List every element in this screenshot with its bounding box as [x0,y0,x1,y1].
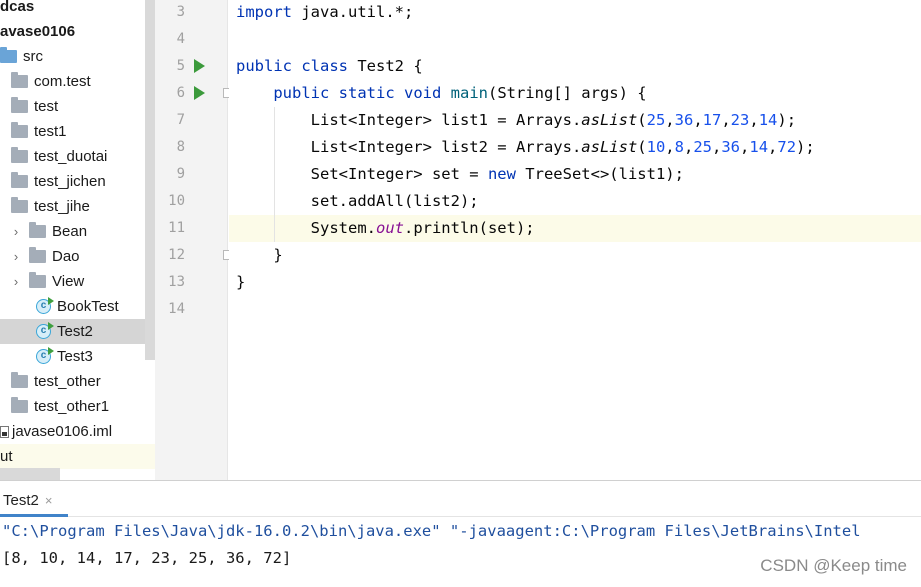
tree-item[interactable]: › View [0,269,155,294]
run-tab-label: Test2 [3,492,39,509]
project-tree: dcas avase0106 src com.test test test1 test_du… [0,0,155,480]
source-folder-icon [0,47,17,63]
chevron-right-icon[interactable]: › [11,224,21,239]
run-tool-window: Test2 × "C:\Program Files\Java\jdk-16.0.… [0,480,921,587]
tree-item-label: View [52,273,85,290]
watermark: CSDN @Keep time [760,556,907,575]
java-class-icon: c [36,297,54,314]
editor-gutter: 3 4 5 6 7 8 9 10 11 12 13 14 [155,0,233,480]
package-folder-icon [11,122,28,138]
code-line[interactable] [229,26,921,53]
tree-item-label: ut [0,448,13,465]
tree-item-label: Bean [52,223,88,240]
code-line[interactable]: List<Integer> list2 = Arrays.asList(10,8… [229,134,921,161]
tree-item[interactable]: c Test3 [0,344,155,369]
package-folder-icon [11,372,28,388]
code-line[interactable]: set.addAll(list2); [229,188,921,215]
tree-horizontal-scrollbar[interactable] [0,468,60,480]
tree-item-label: test [34,98,59,115]
console-command-line: "C:\Program Files\Java\jdk-16.0.2\bin\ja… [2,522,861,540]
package-folder-icon [11,72,28,88]
tree-item[interactable]: c Test2 [0,319,145,344]
tree-item[interactable]: javase0106.iml [0,419,155,444]
package-folder-icon [29,247,46,263]
tree-item-label: com.test [34,73,91,90]
line-number: 6 [176,85,185,101]
line-number: 8 [176,139,185,155]
java-class-icon: c [36,347,54,364]
package-folder-icon [11,147,28,163]
tree-item[interactable]: com.test [0,69,155,94]
tree-item-label: Test3 [57,348,93,365]
tree-item-label: test_jihe [34,198,90,215]
package-folder-icon [11,97,28,113]
java-class-icon: c [36,322,54,339]
tree-item-label: test1 [34,123,67,140]
run-gutter-icon[interactable] [194,59,205,73]
package-folder-icon [11,397,28,413]
line-number: 7 [176,112,185,128]
code-line[interactable]: public static void main(String[] args) { [229,80,921,107]
code-line[interactable]: Set<Integer> set = new TreeSet<>(list1); [229,161,921,188]
tree-item-label: javase0106.iml [12,423,113,440]
tree-item-label: avase0106 [0,23,76,40]
indent-guide [274,107,275,242]
tree-item[interactable]: test_jichen [0,169,155,194]
console-output-line: [8, 10, 14, 17, 23, 25, 36, 72] [2,549,292,567]
code-line[interactable]: System.out.println(set); [229,215,921,242]
tree-item[interactable]: › Dao [0,244,155,269]
tree-item[interactable]: test [0,94,155,119]
code-line[interactable] [229,296,921,323]
tree-item[interactable]: › Bean [0,219,155,244]
run-gutter-icon[interactable] [194,86,205,100]
package-folder-icon [11,172,28,188]
tree-item[interactable]: test_jihe [0,194,155,219]
run-tab-test2[interactable]: Test2 × [0,487,68,517]
tree-item[interactable]: dcas [0,0,155,19]
line-number: 4 [176,31,185,47]
tree-item-label: test_duotai [34,148,108,165]
code-line[interactable]: import java.util.*; [229,0,921,26]
tree-item[interactable]: test_other1 [0,394,155,419]
tree-item[interactable]: avase0106 [0,19,155,44]
module-file-icon [0,425,9,438]
tree-item-label: test_jichen [34,173,106,190]
tree-item[interactable]: test1 [0,119,155,144]
code-line[interactable]: } [229,269,921,296]
tree-item-label: src [23,48,43,65]
line-number: 13 [168,274,185,290]
chevron-right-icon[interactable]: › [11,274,21,289]
tree-item[interactable]: src [0,44,155,69]
code-line[interactable]: public class Test2 { [229,53,921,80]
package-folder-icon [11,197,28,213]
line-number: 9 [176,166,185,182]
tree-item[interactable]: ut [0,444,155,469]
tree-item-label: BookTest [57,298,119,315]
tree-vertical-scrollbar[interactable] [145,0,155,360]
tree-item-label: test_other [34,373,101,390]
tree-item[interactable]: c BookTest [0,294,155,319]
package-folder-icon [29,272,46,288]
code-line[interactable]: } [229,242,921,269]
package-folder-icon [29,222,46,238]
line-number: 3 [176,4,185,20]
tree-item[interactable]: test_other [0,369,155,394]
line-number: 10 [168,193,185,209]
line-number: 14 [168,301,185,317]
tree-item-label: test_other1 [34,398,110,415]
chevron-right-icon[interactable]: › [11,249,21,264]
tree-item-label: dcas [0,0,35,15]
tree-item-label: Test2 [57,323,93,340]
line-number: 5 [176,58,185,74]
run-tab-bar: Test2 × [0,481,921,517]
tree-item[interactable]: test_duotai [0,144,155,169]
close-icon[interactable]: × [45,493,53,508]
line-number: 11 [168,220,185,236]
tree-item-label: Dao [52,248,80,265]
line-number: 12 [168,247,185,263]
code-line[interactable]: List<Integer> list1 = Arrays.asList(25,3… [229,107,921,134]
code-editor[interactable]: import java.util.*; public class Test2 { … [229,0,921,480]
